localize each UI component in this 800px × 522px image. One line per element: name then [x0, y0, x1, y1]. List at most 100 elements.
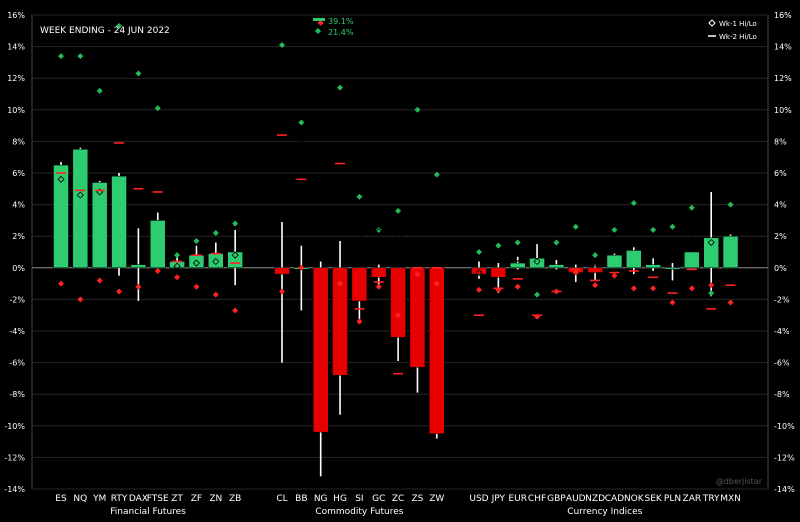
- category-label: FTSE: [147, 494, 169, 504]
- category-label: USD: [469, 494, 488, 504]
- bar: [130, 264, 147, 269]
- y-tick-label: -10%: [4, 422, 25, 431]
- category-label: NZD: [585, 494, 605, 504]
- bar: [703, 237, 719, 269]
- y-tick-label: 6%: [774, 169, 787, 178]
- category-label: TRY: [702, 494, 720, 504]
- legend-wk2-label: Wk-2 Hi/Lo: [719, 33, 757, 41]
- callout-wk2-label: 39.1%: [328, 17, 354, 26]
- category-label: NG: [314, 494, 328, 504]
- bar: [227, 251, 243, 269]
- bar: [626, 250, 642, 269]
- bar: [351, 267, 368, 302]
- y-tick-label: 14%: [7, 43, 25, 52]
- bar: [111, 175, 127, 269]
- group-labels: Financial Futures Commodity Futures Curren…: [110, 507, 642, 517]
- category-label: ZB: [229, 494, 241, 504]
- group-label: Currency Indices: [567, 507, 642, 517]
- y-tick-label: -14%: [774, 485, 795, 494]
- category-label: NOK: [624, 494, 645, 504]
- category-label: ZS: [412, 494, 424, 504]
- y-tick-label: 16%: [7, 11, 25, 20]
- category-label: PLN: [664, 494, 681, 504]
- category-label: ZT: [171, 494, 183, 504]
- y-tick-label: -8%: [774, 390, 790, 399]
- category-label: ZW: [429, 494, 444, 504]
- bar: [429, 267, 445, 434]
- bar: [72, 149, 89, 269]
- category-label: SEK: [644, 494, 662, 504]
- bar: [606, 254, 623, 269]
- category-label: BB: [295, 494, 307, 504]
- group-label: Financial Futures: [110, 507, 186, 517]
- y-tick-label: -6%: [774, 359, 790, 368]
- category-label: MXN: [720, 494, 741, 504]
- category-label: CHF: [528, 494, 546, 504]
- y-tick-label: 8%: [12, 137, 25, 146]
- bar: [664, 267, 681, 270]
- y-tick-label: 2%: [774, 232, 787, 241]
- category-label: DAX: [129, 494, 148, 504]
- category-labels: ES NQ YM RTY DAXFTSE ZT ZF ZN ZB CL BB NG HG SI GC ZC ZS…: [55, 494, 741, 504]
- category-label: HG: [333, 494, 347, 504]
- category-label: ES: [55, 494, 67, 504]
- category-label: SI: [355, 494, 363, 504]
- y-axis-left: -14% -12% -10% -8% -6% -4% -2% 0% 2% 4% 6% 8% 10% 12%…: [4, 11, 25, 494]
- y-tick-label: -12%: [4, 453, 25, 462]
- category-label: JPY: [491, 494, 506, 504]
- y-tick-label: -12%: [774, 453, 795, 462]
- category-label: GC: [372, 494, 385, 504]
- y-tick-label: 4%: [12, 201, 25, 210]
- bar: [529, 258, 545, 269]
- group-label: Commodity Futures: [315, 507, 403, 517]
- category-label: ZAR: [683, 494, 702, 504]
- y-tick-label: -4%: [9, 327, 25, 336]
- category-label: NQ: [73, 494, 87, 504]
- category-label: CL: [276, 494, 287, 504]
- y-tick-label: -10%: [774, 422, 795, 431]
- y-axis-right: -14% -12% -10% -8% -6% -4% -2% 0% 2% 4% 6% 8% 10% 12%…: [774, 11, 795, 494]
- category-label: ZC: [392, 494, 404, 504]
- bar: [371, 267, 387, 278]
- y-tick-label: -4%: [774, 327, 790, 336]
- callout-wk2-swatch: [313, 18, 325, 21]
- y-tick-label: 0%: [12, 264, 25, 273]
- legend-wk1-label: Wk-1 Hi/Lo: [719, 20, 757, 28]
- bar: [409, 267, 426, 368]
- y-tick-label: -2%: [9, 295, 25, 304]
- bar: [471, 267, 487, 275]
- y-tick-label: 10%: [774, 106, 792, 115]
- plot-area: [31, 14, 769, 490]
- y-tick-label: -14%: [4, 485, 25, 494]
- y-tick-label: 8%: [774, 137, 787, 146]
- category-label: GBP: [547, 494, 566, 504]
- bar: [509, 262, 526, 269]
- y-tick-label: -8%: [9, 390, 25, 399]
- y-tick-label: 16%: [774, 11, 792, 20]
- bar: [312, 267, 329, 433]
- bar: [490, 267, 507, 278]
- y-tick-label: 14%: [774, 43, 792, 52]
- weekly-performance-chart: -14% -12% -10% -8% -6% -4% -2% 0% 2% 4% 6% 8% 10% 12%…: [4, 11, 795, 517]
- category-label: ZN: [209, 494, 222, 504]
- category-label: YM: [92, 494, 106, 504]
- bar: [548, 264, 565, 269]
- y-tick-label: 10%: [7, 106, 25, 115]
- bar: [645, 264, 661, 269]
- bar: [390, 267, 406, 338]
- category-label: RTY: [111, 494, 128, 504]
- y-tick-label: 6%: [12, 169, 25, 178]
- bar: [587, 267, 603, 273]
- bar: [150, 220, 166, 269]
- category-label: EUR: [508, 494, 527, 504]
- y-tick-label: -2%: [774, 295, 790, 304]
- y-tick-label: 12%: [7, 74, 25, 83]
- bar: [169, 261, 185, 269]
- watermark: @dberjistar: [716, 477, 763, 486]
- bar: [722, 235, 739, 269]
- y-tick-label: 2%: [12, 232, 25, 241]
- category-label: ZF: [191, 494, 202, 504]
- callout-wk1-label: 21.4%: [328, 28, 354, 37]
- bar: [684, 251, 700, 269]
- chart-title: WEEK ENDING - 24 JUN 2022: [40, 26, 170, 36]
